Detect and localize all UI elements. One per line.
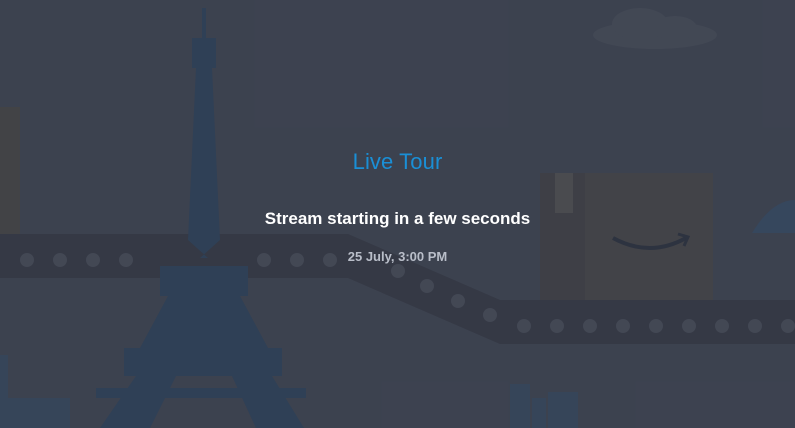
stream-status-text: Stream starting in a few seconds xyxy=(264,209,531,228)
stream-datetime: 25 July, 3:00 PM xyxy=(347,249,448,264)
stream-waiting-screen: Live Tour Stream starting in a few secon… xyxy=(0,0,795,428)
stream-title: Live Tour xyxy=(352,149,443,174)
